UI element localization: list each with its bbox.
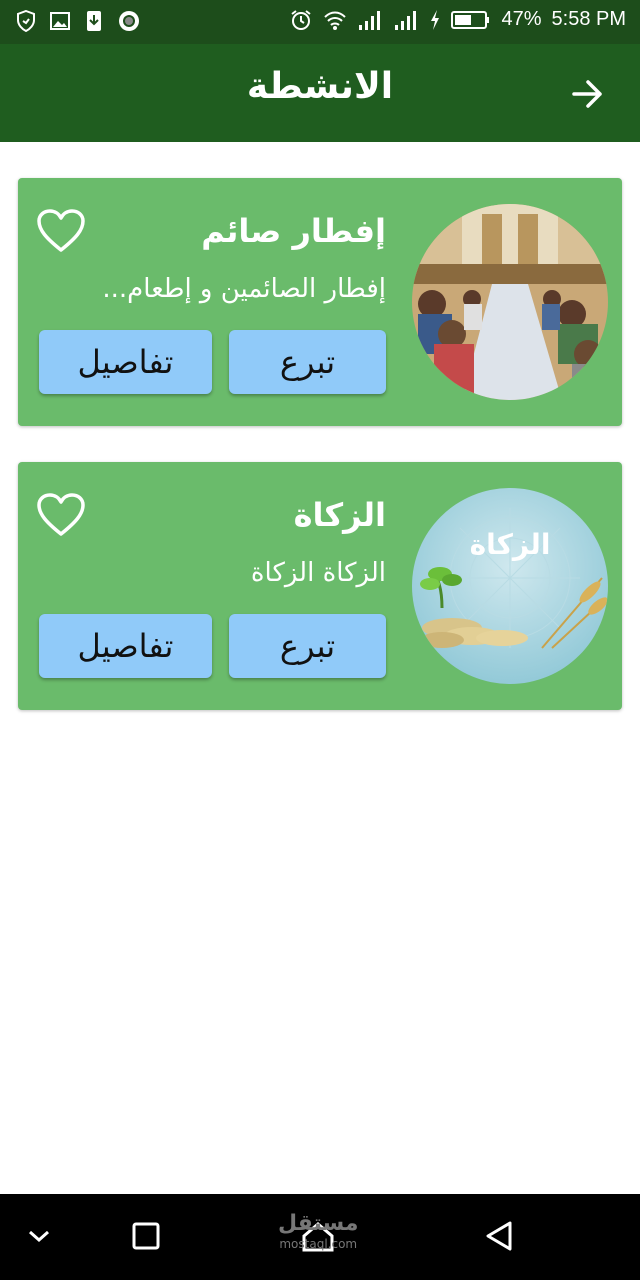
- battery-percent: 47%: [501, 8, 542, 30]
- heart-outline-icon: [37, 493, 85, 536]
- activity-description: إفطار الصائمين و إطعام...: [102, 274, 386, 304]
- signal-1-icon: [357, 9, 383, 31]
- charging-icon: [429, 9, 441, 31]
- app-bar: الانشطة: [0, 44, 640, 142]
- activity-card-zakat[interactable]: الزكاة الزكاة الزكاة الزكاة تبرع تفاصيل: [18, 462, 622, 710]
- recents-button[interactable]: [132, 1222, 160, 1254]
- watermark: مستقل mostaql.com: [278, 1211, 359, 1254]
- activity-description: الزكاة الزكاة: [250, 558, 386, 588]
- status-bar: 47% 5:58 PM: [0, 0, 640, 44]
- watermark-text: مستقل: [278, 1211, 359, 1236]
- system-status: 47% 5:58 PM: [289, 8, 626, 31]
- activity-card-iftar[interactable]: إفطار صائم إفطار الصائمين و إطعام... تبر…: [18, 178, 622, 426]
- wifi-icon: [323, 9, 347, 31]
- arrow-right-icon: [572, 80, 602, 108]
- donate-button[interactable]: تبرع: [229, 330, 386, 394]
- page-title: الانشطة: [246, 66, 394, 107]
- back-button[interactable]: [566, 74, 610, 114]
- shield-icon: [16, 9, 36, 33]
- favorite-button[interactable]: [36, 492, 86, 538]
- heart-outline-icon: [37, 209, 85, 252]
- download-icon: [84, 10, 104, 32]
- activity-title: إفطار صائم: [201, 212, 386, 250]
- favorite-button[interactable]: [36, 208, 86, 254]
- chevron-down-icon: [29, 1230, 49, 1243]
- triangle-back-icon: [486, 1221, 512, 1251]
- zakat-image-label: الزكاة: [470, 528, 551, 561]
- activity-title: الزكاة: [293, 496, 386, 534]
- details-button[interactable]: تفاصيل: [39, 614, 212, 678]
- donate-button[interactable]: تبرع: [229, 614, 386, 678]
- alarm-icon: [289, 9, 313, 31]
- notification-icons: [16, 9, 139, 33]
- back-nav-button[interactable]: [484, 1220, 514, 1256]
- details-button[interactable]: تفاصيل: [39, 330, 212, 394]
- zakat-image: الزكاة: [412, 488, 608, 684]
- signal-2-icon: [393, 9, 419, 31]
- clock: 5:58 PM: [551, 8, 626, 30]
- iftar-image: [412, 204, 608, 400]
- battery-icon: [451, 9, 491, 31]
- system-nav-bar: مستقل mostaql.com: [0, 1194, 640, 1280]
- record-icon: [118, 10, 139, 32]
- image-icon: [50, 10, 70, 32]
- watermark-subtext: mostaql.com: [279, 1237, 358, 1251]
- hide-keyboard-button[interactable]: [26, 1226, 52, 1250]
- square-icon: [132, 1222, 160, 1250]
